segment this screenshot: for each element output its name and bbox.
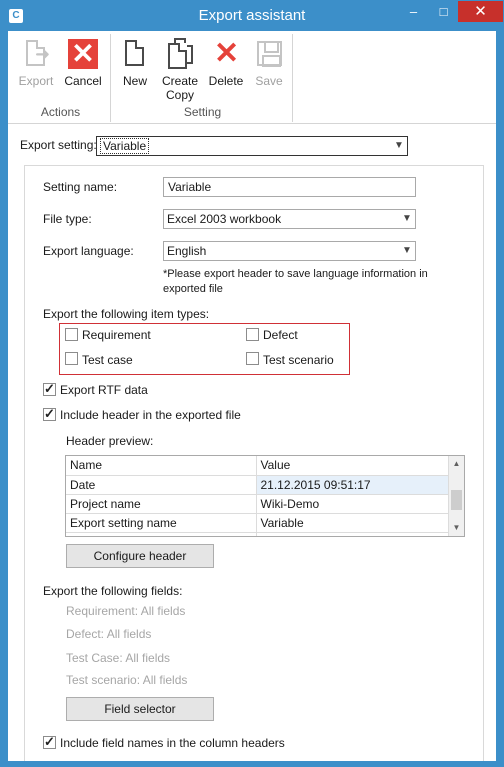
test-scenario-checkbox[interactable]	[246, 352, 259, 365]
export-button[interactable]: ➜ Export	[17, 38, 55, 88]
language-note-line2: exported file	[163, 283, 223, 295]
test-case-fields-text: Test Case: All fields	[66, 651, 171, 665]
create-copy-label-line1: Create	[161, 74, 199, 88]
grid-cell-value: Variable	[256, 513, 449, 533]
export-setting-label: Export setting:	[20, 138, 97, 152]
chevron-down-icon: ▼	[394, 140, 404, 151]
defect-fields-text: Defect: All fields	[66, 627, 152, 641]
export-rtf-label: Export RTF data	[60, 383, 148, 397]
delete-button[interactable]: ✕ Delete	[205, 37, 247, 89]
save-icon	[253, 38, 285, 70]
window-title: Export assistant	[198, 7, 306, 24]
include-header-checkbox[interactable]	[43, 406, 56, 422]
title-bar[interactable]: C Export assistant – □ ✕	[1, 1, 503, 31]
ribbon-group-setting: New Create Copy ✕ Delete Save Setting	[113, 34, 293, 122]
defect-checkbox-label: Defect	[263, 328, 298, 342]
grid-cell-name: Project name	[66, 494, 257, 514]
test-case-checkbox[interactable]	[65, 352, 78, 365]
chevron-down-icon: ▼	[402, 213, 412, 224]
save-button-label: Save	[255, 74, 283, 88]
defect-checkbox[interactable]	[246, 328, 259, 341]
file-type-label: File type:	[43, 212, 92, 226]
new-document-icon	[119, 38, 151, 70]
column-header-value[interactable]: Value	[256, 456, 449, 476]
create-copy-button[interactable]: Create Copy	[157, 38, 203, 102]
chevron-down-icon: ▼	[402, 245, 412, 256]
include-field-names-label: Include field names in the column header…	[60, 736, 285, 750]
test-scenario-checkbox-label: Test scenario	[263, 353, 334, 367]
table-row[interactable]: Date 21.12.2015 09:51:17	[66, 475, 449, 495]
setting-name-field[interactable]: Variable	[163, 177, 416, 197]
close-button[interactable]: ✕	[458, 1, 503, 22]
ribbon-group-label-setting: Setting	[183, 105, 222, 119]
requirement-fields-text: Requirement: All fields	[66, 604, 186, 618]
setting-name-label: Setting name:	[43, 180, 118, 194]
include-header-label: Include header in the exported file	[60, 408, 241, 422]
ribbon-group-label-actions: Actions	[40, 105, 81, 119]
language-note: *Please export header to save language i…	[163, 267, 443, 297]
requirement-checkbox[interactable]	[65, 328, 78, 341]
save-button[interactable]: Save	[251, 38, 287, 88]
maximize-button[interactable]: □	[430, 1, 457, 22]
item-types-heading: Export the following item types:	[43, 307, 210, 321]
scrollbar-thumb[interactable]	[451, 490, 462, 510]
cancel-button-label: Cancel	[64, 74, 102, 88]
header-preview-grid[interactable]: Name Value Date 21.12.2015 09:51:17 Proj…	[65, 455, 465, 537]
include-field-names-checkbox[interactable]	[43, 734, 56, 750]
table-row[interactable]: Export setting name Variable	[66, 513, 449, 533]
scroll-up-icon[interactable]: ▲	[449, 456, 464, 472]
test-case-checkbox-label: Test case	[82, 353, 133, 367]
language-note-line1: *Please export header to save language i…	[163, 268, 428, 280]
column-header-name[interactable]: Name	[66, 456, 257, 476]
export-icon: ➜	[20, 38, 52, 70]
table-row[interactable]	[66, 532, 449, 536]
export-language-select[interactable]: English ▼	[163, 241, 416, 261]
minimize-button[interactable]: –	[400, 1, 427, 22]
grid-header-row: Name Value	[66, 456, 449, 476]
copy-icon	[164, 38, 196, 70]
export-language-value: English	[167, 244, 207, 258]
export-button-label: Export	[18, 74, 54, 88]
delete-button-label: Delete	[208, 74, 244, 88]
field-selector-button[interactable]: Field selector	[66, 697, 214, 721]
grid-cell-value: 21.12.2015 09:51:17	[256, 475, 449, 495]
cancel-button[interactable]: ✕ Cancel	[61, 38, 105, 89]
ribbon-toolbar: ➜ Export ✕ Cancel Actions New Create Cop…	[8, 31, 496, 124]
window-client-area: ➜ Export ✕ Cancel Actions New Create Cop…	[8, 31, 496, 761]
grid-cell-name: Date	[66, 475, 257, 495]
test-scenario-fields-text: Test scenario: All fields	[66, 673, 188, 687]
grid-cell-name: Export setting name	[66, 513, 257, 533]
header-preview-label: Header preview:	[66, 434, 154, 448]
file-type-value: Excel 2003 workbook	[167, 212, 282, 226]
fields-heading: Export the following fields:	[43, 584, 183, 598]
table-row[interactable]: Project name Wiki-Demo	[66, 494, 449, 514]
export-setting-select[interactable]: Variable ▼	[96, 136, 408, 156]
new-button-label: New	[122, 74, 147, 88]
ribbon-group-actions: ➜ Export ✕ Cancel Actions	[11, 34, 111, 122]
requirement-checkbox-label: Requirement	[82, 328, 151, 342]
export-language-label: Export language:	[43, 244, 134, 258]
export-rtf-checkbox[interactable]	[43, 381, 56, 397]
create-copy-label-line2: Copy	[165, 88, 194, 102]
grid-cell-value: Wiki-Demo	[256, 494, 449, 514]
scroll-down-icon[interactable]: ▼	[449, 520, 464, 536]
new-button[interactable]: New	[117, 38, 153, 88]
delete-icon: ✕	[214, 37, 240, 70]
grid-vertical-scrollbar[interactable]: ▲ ▼	[448, 456, 464, 536]
export-setting-value: Variable	[100, 138, 150, 154]
cancel-icon: ✕	[67, 38, 99, 70]
export-assistant-window: C Export assistant – □ ✕ ➜ Export ✕ Canc…	[0, 0, 504, 767]
file-type-select[interactable]: Excel 2003 workbook ▼	[163, 209, 416, 229]
configure-header-button[interactable]: Configure header	[66, 544, 214, 568]
